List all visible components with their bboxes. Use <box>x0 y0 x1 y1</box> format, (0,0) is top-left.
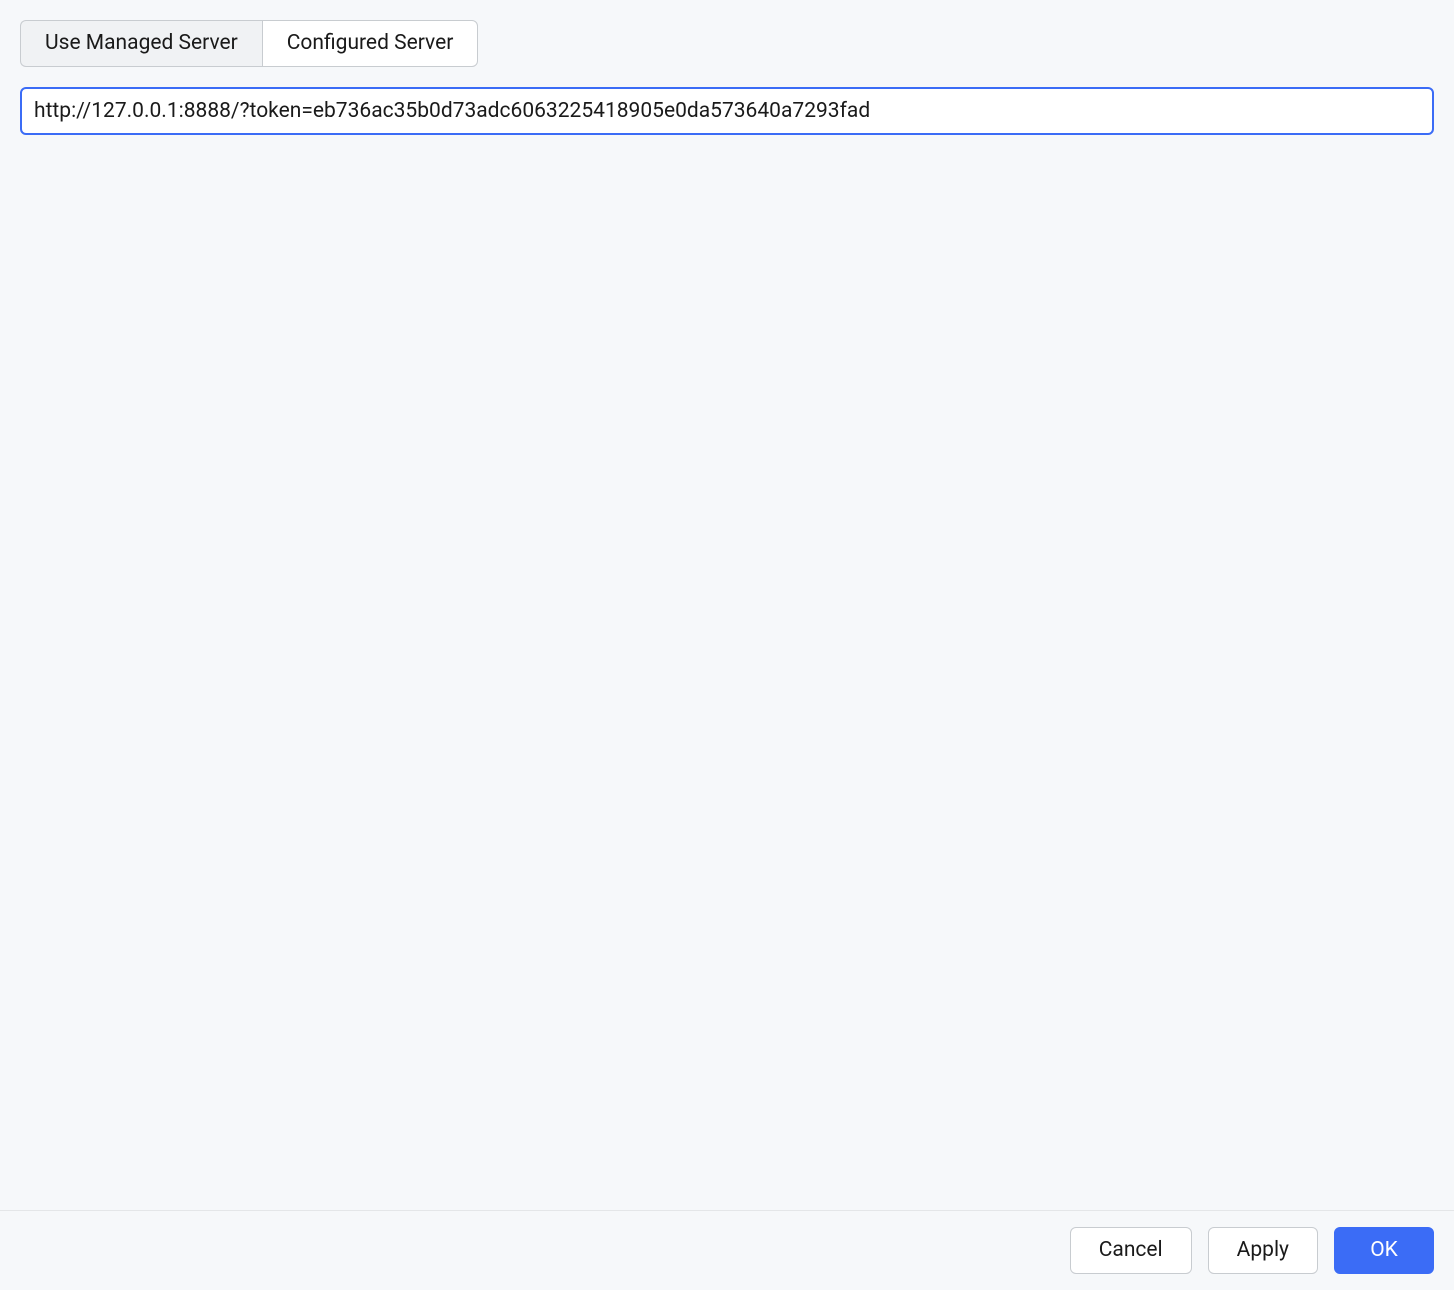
tab-configured-server[interactable]: Configured Server <box>262 20 479 67</box>
dialog-content: Use Managed Server Configured Server <box>0 0 1454 1210</box>
dialog-footer: Cancel Apply OK <box>0 1210 1454 1290</box>
server-url-input[interactable] <box>20 87 1434 135</box>
server-mode-tabs: Use Managed Server Configured Server <box>20 20 478 67</box>
apply-button[interactable]: Apply <box>1208 1227 1318 1274</box>
cancel-button[interactable]: Cancel <box>1070 1227 1192 1274</box>
tab-use-managed-server[interactable]: Use Managed Server <box>20 20 262 67</box>
ok-button[interactable]: OK <box>1334 1227 1434 1274</box>
